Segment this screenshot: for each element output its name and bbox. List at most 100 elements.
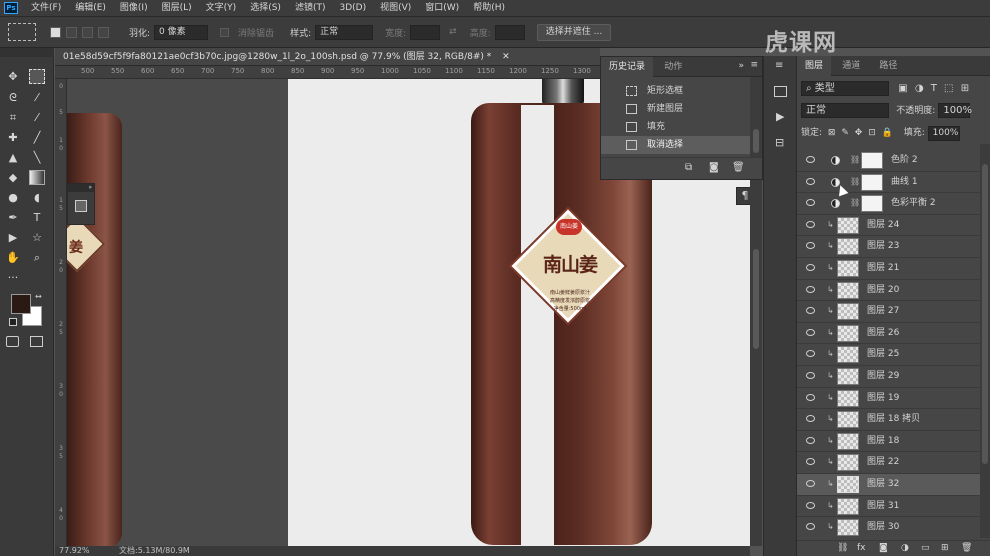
dock-menu-icon[interactable]: ≡ [775,60,783,71]
quick-mask-icon[interactable] [6,336,19,347]
menu-type[interactable]: 文字(Y) [199,0,244,16]
layer-thumbnail[interactable] [837,238,859,256]
layer-row-selected[interactable]: ↳ 图层 32 [797,474,980,496]
fill-input[interactable]: 100% [927,126,960,141]
close-tab-icon[interactable]: ✕ [502,52,510,62]
default-colors-icon[interactable] [9,318,17,326]
style-select[interactable]: 正常 [315,24,374,40]
filter-adjust-icon[interactable]: ◑ [915,83,924,94]
ruler-left[interactable]: 0 5 1 0 1 5 2 0 2 5 3 0 3 5 4 0 [55,79,67,546]
layer-row[interactable]: ↳ 图层 21 [797,258,980,280]
filter-shape-icon[interactable]: ⬚ [944,83,953,94]
adjustments-dock-icon[interactable]: ⊟ [775,136,784,149]
visibility-eye-icon[interactable] [806,501,815,509]
menu-edit[interactable]: 编辑(E) [68,0,113,16]
layer-thumbnail[interactable] [837,216,859,234]
foreground-color-swatch[interactable] [11,294,31,314]
tab-channels[interactable]: 通道 [834,56,868,76]
visibility-eye-icon[interactable] [806,372,815,379]
stamp-tool-icon[interactable]: ▲ [5,150,21,165]
history-scrollbar[interactable] [750,77,762,157]
tab-layers[interactable]: 图层 [797,56,832,76]
layer-mask-thumbnail[interactable] [861,195,883,213]
new-layer-icon[interactable]: ⊞ [941,543,949,553]
layer-style-icon[interactable]: fx [857,543,866,553]
history-brush-tool-icon[interactable]: ╲ [29,150,45,165]
layer-filter-select[interactable]: ⌕ 类型 [801,81,889,96]
layer-thumbnail[interactable] [837,497,859,515]
scroll-thumb[interactable] [753,129,759,153]
layer-row[interactable]: ↳ 图层 27 [797,301,980,323]
visibility-eye-icon[interactable] [806,199,815,207]
menu-select[interactable]: 选择(S) [243,0,288,16]
crop-tool-icon[interactable]: ⌗ [5,110,21,125]
visibility-eye-icon[interactable] [806,436,815,444]
layer-row[interactable]: ↳ 图层 23 [797,236,980,258]
lock-pixels-icon[interactable]: ✎ [841,128,849,138]
visibility-eye-icon[interactable] [806,307,815,315]
visibility-eye-icon[interactable] [806,415,815,423]
history-item-deselect[interactable]: 取消选择 [601,136,751,154]
visibility-eye-icon[interactable] [806,242,815,250]
layer-thumbnail[interactable] [837,346,859,364]
layer-thumbnail[interactable] [837,519,859,537]
document-tab[interactable]: 01e58d59cf5f9fa80121ae0cf3b70c.jpg@1280w… [55,48,600,66]
lock-all-icon[interactable]: 🔒 [882,128,893,138]
menu-window[interactable]: 窗口(W) [418,0,466,16]
antialias-checkbox[interactable] [220,27,230,37]
lasso-tool-icon[interactable]: ᘓ [5,90,21,105]
type-tool-icon[interactable]: T [29,210,45,225]
history-dock-icon[interactable] [774,86,787,97]
visibility-eye-icon[interactable] [806,156,815,163]
lock-position-icon[interactable]: ✥ [855,128,863,138]
height-input[interactable] [494,24,525,40]
history-item-marquee[interactable]: 矩形选框 [601,82,751,100]
new-adjustment-icon[interactable]: ◑ [901,543,909,553]
menu-view[interactable]: 视图(V) [373,0,418,16]
layer-row[interactable]: ↳ 图层 31 [797,496,980,518]
swap-icon[interactable]: ⇄ [449,27,457,37]
new-selection-icon[interactable] [50,26,61,38]
eraser-tool-icon[interactable]: ◆ [5,170,21,185]
intersect-selection-icon[interactable] [98,26,109,38]
menu-help[interactable]: 帮助(H) [466,0,512,16]
mask-link-icon[interactable]: ⛓ [850,177,860,186]
visibility-eye-icon[interactable] [806,285,815,293]
panel-collapse-icon[interactable]: » [738,61,744,71]
layer-thumbnail[interactable] [837,324,859,342]
layer-row[interactable]: ↳ 图层 18 拷贝 [797,409,980,431]
new-document-from-state-icon[interactable]: ⧉ [685,162,692,173]
layer-thumbnail[interactable] [837,432,859,450]
mask-link-icon[interactable]: ⛓ [850,198,860,207]
healing-brush-tool-icon[interactable]: ✚ [5,130,21,145]
layer-thumbnail[interactable] [837,281,859,299]
opacity-input[interactable]: 100% [938,103,972,118]
subtract-selection-icon[interactable] [82,26,93,38]
tab-history[interactable]: 历史记录 [601,57,654,77]
pen-tool-icon[interactable]: ✒ [5,210,21,225]
scroll-thumb[interactable] [982,164,988,464]
visibility-eye-icon[interactable] [806,264,815,271]
blur-tool-icon[interactable]: ● [5,190,21,205]
delete-state-icon[interactable]: 🗑 [732,162,745,173]
filter-pixel-icon[interactable]: ▣ [898,83,907,94]
layer-row[interactable]: ↳ 图层 29 [797,366,980,388]
visibility-eye-icon[interactable] [806,458,815,466]
mini-panel-tool-icon[interactable] [75,200,87,212]
layer-mask-thumbnail[interactable] [861,173,883,191]
mask-link-icon[interactable]: ⛓ [850,155,860,164]
new-group-icon[interactable]: ▭ [921,543,930,553]
brush-tool-icon[interactable]: ╱ [29,130,45,145]
layer-row[interactable]: ⛓ 曲线 1 [797,172,980,194]
hand-tool-icon[interactable]: ✋ [5,250,21,265]
gradient-tool-icon[interactable] [29,170,45,185]
panel-menu-icon[interactable]: ≡ [750,60,758,70]
select-and-mask-button[interactable]: 选择并遮住 ... [536,23,612,41]
history-item-new-layer[interactable]: 新建图层 [601,100,751,118]
layer-row[interactable]: ↳ 图层 22 [797,452,980,474]
layer-thumbnail[interactable] [837,454,859,472]
delete-layer-icon[interactable]: 🗑 [961,543,972,553]
marquee-tool-icon[interactable] [29,69,45,84]
layer-row[interactable]: ↳ 图层 18 [797,431,980,453]
shape-tool-icon[interactable]: ☆ [29,230,45,245]
